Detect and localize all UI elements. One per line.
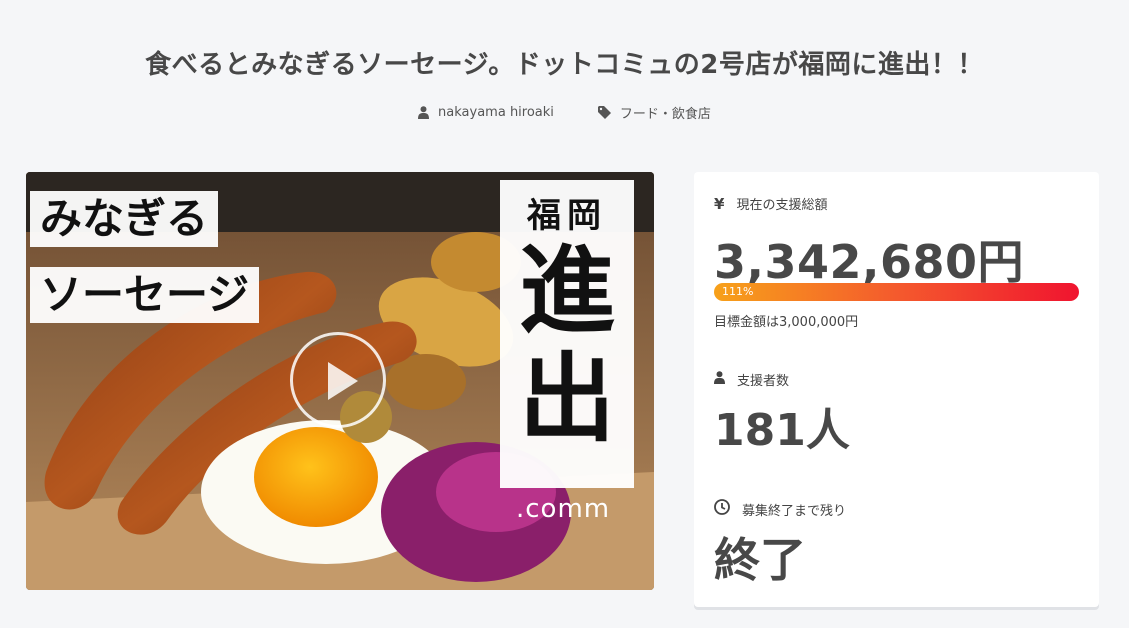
project-title: 食べるとみなぎるソーセージ。ドットコミュの2号店が福岡に進出！！ bbox=[145, 50, 984, 80]
clock-icon bbox=[714, 499, 730, 519]
backers-count: 181人 bbox=[714, 405, 850, 456]
backers-label: 支援者数 bbox=[737, 374, 790, 389]
vertical-caption-char2: 出 bbox=[519, 342, 615, 455]
project-video[interactable]: みなぎる ソーセージ 福岡 進 出 .comm bbox=[26, 172, 654, 590]
user-icon bbox=[418, 106, 430, 119]
yen-icon: ¥ bbox=[714, 194, 725, 213]
progress-percent: 111% bbox=[722, 285, 754, 298]
tag-icon bbox=[597, 106, 611, 119]
project-meta: nakayama hiroaki フード・飲食店 bbox=[0, 103, 1129, 122]
amount-label-row: ¥ 現在の支援総額 bbox=[714, 194, 828, 214]
stats-card: ¥ 現在の支援総額 3,342,680円 111% 目標金額は3,000,000… bbox=[694, 172, 1099, 607]
author-name: nakayama hiroaki bbox=[438, 105, 554, 120]
category-name: フード・飲食店 bbox=[619, 107, 711, 122]
play-icon[interactable] bbox=[290, 332, 386, 428]
video-caption-line1: みなぎる bbox=[30, 191, 219, 247]
amount-label: 現在の支援総額 bbox=[736, 198, 828, 213]
category-link[interactable]: フード・飲食店 bbox=[597, 103, 711, 122]
backers-label-row: 支援者数 bbox=[714, 370, 789, 389]
remaining-status: 終了 bbox=[714, 533, 806, 587]
video-caption-line2: ソーセージ bbox=[30, 267, 260, 323]
vertical-caption-location: 福岡 bbox=[527, 196, 607, 236]
video-vertical-caption: 福岡 進 出 bbox=[500, 180, 634, 488]
brand-watermark: .comm bbox=[516, 494, 611, 524]
vertical-caption-char1: 進 bbox=[519, 234, 615, 347]
goal-amount: 目標金額は3,000,000円 bbox=[714, 315, 859, 330]
user-icon bbox=[714, 371, 725, 388]
funding-progress-bar: 111% bbox=[714, 283, 1079, 301]
progress-fill bbox=[714, 283, 1079, 301]
remaining-label: 募集終了まで残り bbox=[742, 503, 847, 519]
author-link[interactable]: nakayama hiroaki bbox=[418, 103, 554, 122]
remaining-label-row: 募集終了まで残り bbox=[714, 499, 846, 519]
